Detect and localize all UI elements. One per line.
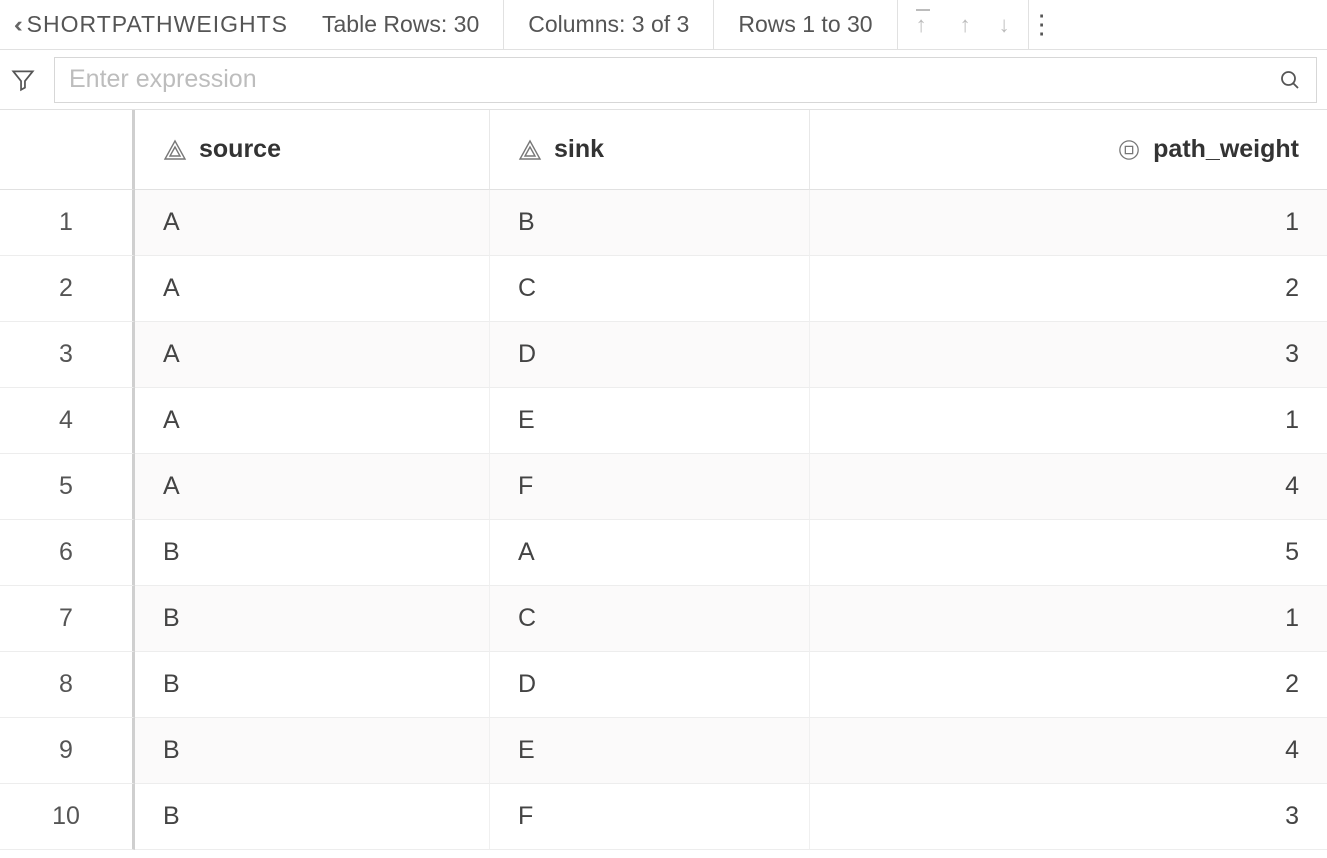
header-source[interactable]: source <box>135 110 490 190</box>
cell-source[interactable]: B <box>135 784 490 850</box>
cell-path-weight[interactable]: 2 <box>810 256 1327 322</box>
cell-sink[interactable]: C <box>490 256 810 322</box>
row-number[interactable]: 10 <box>0 784 135 850</box>
cell-sink[interactable]: D <box>490 322 810 388</box>
row-number[interactable]: 1 <box>0 190 135 256</box>
row-number[interactable]: 5 <box>0 454 135 520</box>
cell-sink[interactable]: B <box>490 190 810 256</box>
cell-sink[interactable]: F <box>490 784 810 850</box>
number-type-icon <box>1117 139 1141 161</box>
search-icon[interactable] <box>1278 68 1302 92</box>
filter-input-wrap <box>54 57 1317 103</box>
cell-source[interactable]: A <box>135 322 490 388</box>
row-number[interactable]: 3 <box>0 322 135 388</box>
toolbar: ‹‹ SHORTPATHWEIGHTS Table Rows: 30 Colum… <box>0 0 1327 50</box>
filter-icon[interactable] <box>10 67 36 93</box>
back-icon[interactable]: ‹‹ <box>14 12 17 38</box>
row-range-label: Rows 1 to 30 <box>714 11 896 38</box>
cell-path-weight[interactable]: 1 <box>810 586 1327 652</box>
table-title: SHORTPATHWEIGHTS <box>27 11 288 38</box>
cell-source[interactable]: A <box>135 388 490 454</box>
cell-path-weight[interactable]: 4 <box>810 454 1327 520</box>
go-up-icon[interactable]: ↑ <box>960 12 971 38</box>
cell-sink[interactable]: E <box>490 718 810 784</box>
cell-sink[interactable]: A <box>490 520 810 586</box>
nav-icons: ↑ ↓ <box>898 12 1028 38</box>
row-number[interactable]: 6 <box>0 520 135 586</box>
go-down-icon[interactable]: ↓ <box>999 12 1010 38</box>
row-number[interactable]: 9 <box>0 718 135 784</box>
cell-sink[interactable]: E <box>490 388 810 454</box>
row-number[interactable]: 8 <box>0 652 135 718</box>
cell-source[interactable]: B <box>135 652 490 718</box>
text-type-icon <box>518 139 542 161</box>
filter-bar <box>0 50 1327 110</box>
cell-source[interactable]: B <box>135 586 490 652</box>
column-count-label: Columns: 3 of 3 <box>504 11 713 38</box>
cell-source[interactable]: A <box>135 190 490 256</box>
cell-sink[interactable]: D <box>490 652 810 718</box>
header-sink[interactable]: sink <box>490 110 810 190</box>
header-rownum <box>0 110 135 190</box>
cell-path-weight[interactable]: 4 <box>810 718 1327 784</box>
row-number[interactable]: 4 <box>0 388 135 454</box>
filter-input[interactable] <box>69 65 1278 94</box>
cell-sink[interactable]: F <box>490 454 810 520</box>
cell-path-weight[interactable]: 1 <box>810 190 1327 256</box>
cell-path-weight[interactable]: 1 <box>810 388 1327 454</box>
cell-source[interactable]: B <box>135 520 490 586</box>
cell-source[interactable]: B <box>135 718 490 784</box>
row-number[interactable]: 7 <box>0 586 135 652</box>
header-path-weight[interactable]: path_weight <box>810 110 1327 190</box>
row-count-label: Table Rows: 30 <box>322 11 503 38</box>
cell-source[interactable]: A <box>135 256 490 322</box>
header-path-weight-label: path_weight <box>1153 135 1299 164</box>
cell-sink[interactable]: C <box>490 586 810 652</box>
data-grid: source sink path_weight 1AB12AC23AD34AE1… <box>0 110 1327 850</box>
cell-path-weight[interactable]: 2 <box>810 652 1327 718</box>
go-first-icon[interactable] <box>916 12 932 38</box>
more-menu-icon[interactable]: ⋮ <box>1029 9 1065 40</box>
header-source-label: source <box>199 135 281 164</box>
row-number[interactable]: 2 <box>0 256 135 322</box>
cell-path-weight[interactable]: 5 <box>810 520 1327 586</box>
text-type-icon <box>163 139 187 161</box>
cell-source[interactable]: A <box>135 454 490 520</box>
cell-path-weight[interactable]: 3 <box>810 322 1327 388</box>
header-sink-label: sink <box>554 135 604 164</box>
cell-path-weight[interactable]: 3 <box>810 784 1327 850</box>
